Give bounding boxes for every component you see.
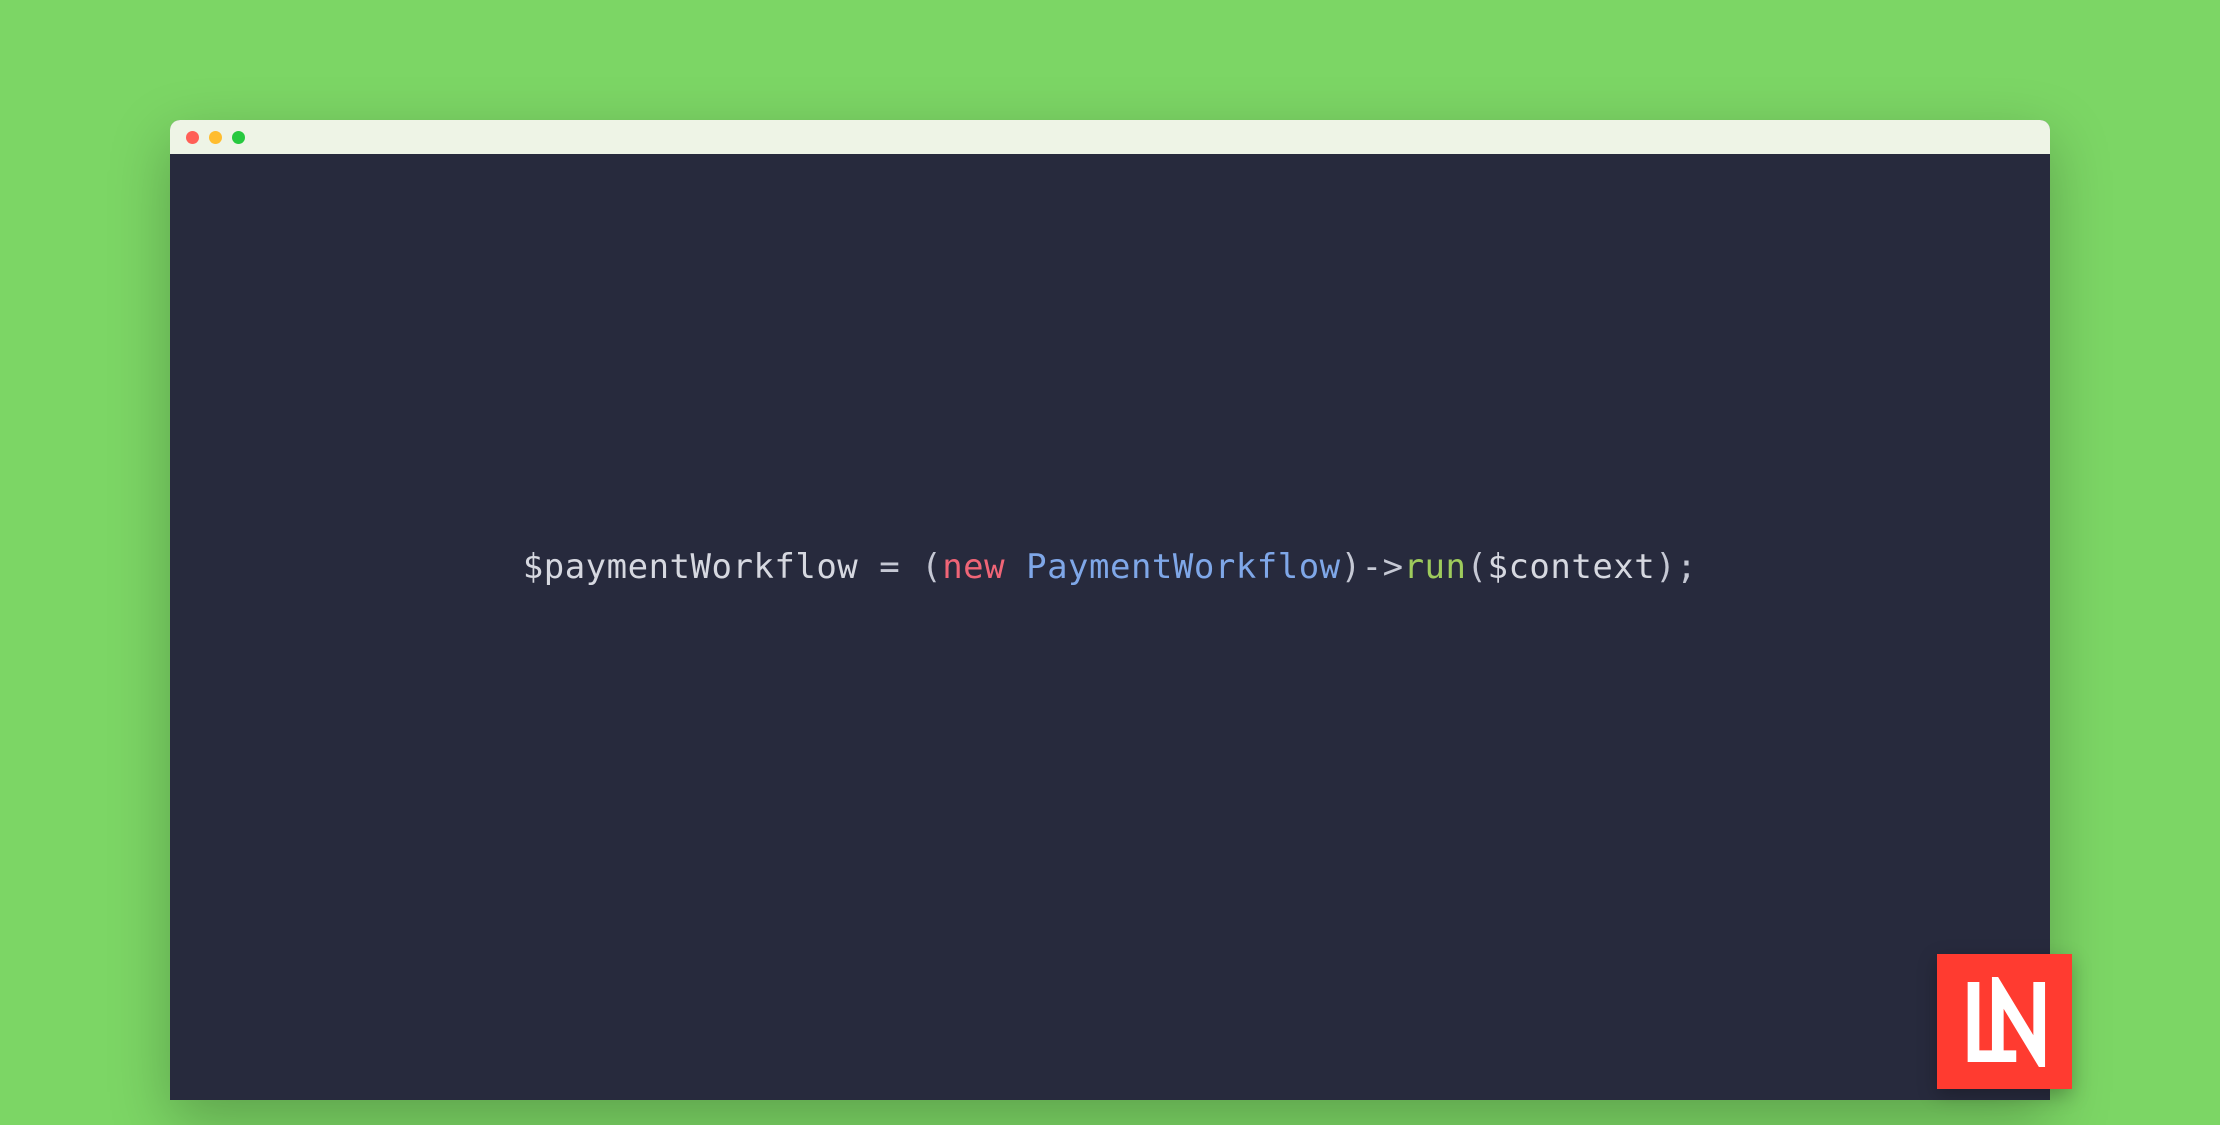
minimize-icon[interactable] xyxy=(209,131,222,144)
code-token-semicolon: ; xyxy=(1676,547,1697,587)
close-icon[interactable] xyxy=(186,131,199,144)
ln-logo-icon xyxy=(1960,977,2050,1067)
logo-badge xyxy=(1937,954,2072,1089)
window-titlebar xyxy=(170,120,2050,154)
editor-body: $paymentWorkflow = (new PaymentWorkflow)… xyxy=(170,154,2050,1100)
code-token-paren: ( xyxy=(921,547,942,587)
maximize-icon[interactable] xyxy=(232,131,245,144)
code-token-paren: ) xyxy=(1655,547,1676,587)
editor-window: $paymentWorkflow = (new PaymentWorkflow)… xyxy=(170,120,2050,1100)
code-token-keyword: new xyxy=(942,547,1005,587)
code-token-method: run xyxy=(1404,547,1467,587)
code-token-arrow: -> xyxy=(1362,547,1404,587)
code-token-variable: $context xyxy=(1487,547,1655,587)
code-line: $paymentWorkflow = (new PaymentWorkflow)… xyxy=(523,547,1697,587)
code-token-operator: = xyxy=(858,547,921,587)
code-token-paren: ) xyxy=(1341,547,1362,587)
code-token-variable: $paymentWorkflow xyxy=(523,547,859,587)
code-token-class: PaymentWorkflow xyxy=(1026,547,1341,587)
code-token-space xyxy=(1005,547,1026,587)
code-token-paren: ( xyxy=(1467,547,1488,587)
